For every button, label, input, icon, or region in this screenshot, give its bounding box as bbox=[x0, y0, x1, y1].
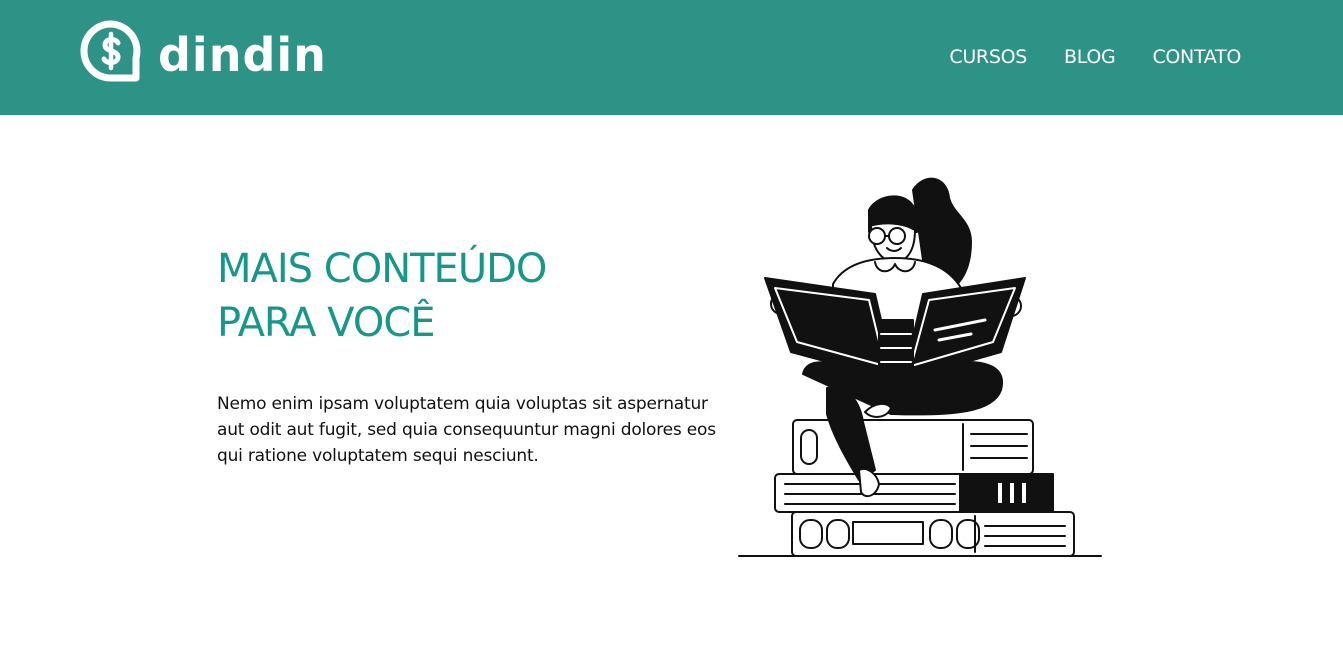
brand-logo[interactable]: dindin bbox=[78, 18, 327, 86]
hero-title-line-1: MAIS CONTEÚDO bbox=[217, 246, 547, 292]
hero-title-line-2: PARA VOCÊ bbox=[217, 300, 436, 346]
hero-title: MAIS CONTEÚDO PARA VOCÊ bbox=[217, 242, 657, 350]
brand-name: dindin bbox=[158, 28, 327, 82]
hero-description: Nemo enim ipsam voluptatem quia voluptas… bbox=[217, 394, 716, 466]
nav-link-contato[interactable]: CONTATO bbox=[1152, 44, 1241, 70]
site-header: dindin CURSOS BLOG CONTATO bbox=[0, 0, 1343, 115]
main-nav: CURSOS BLOG CONTATO bbox=[949, 44, 1241, 70]
dollar-speech-bubble-icon bbox=[80, 20, 141, 82]
woman-reading-on-books-illustration bbox=[738, 177, 1102, 557]
nav-link-blog[interactable]: BLOG bbox=[1064, 44, 1116, 70]
nav-link-cursos[interactable]: CURSOS bbox=[949, 44, 1027, 70]
